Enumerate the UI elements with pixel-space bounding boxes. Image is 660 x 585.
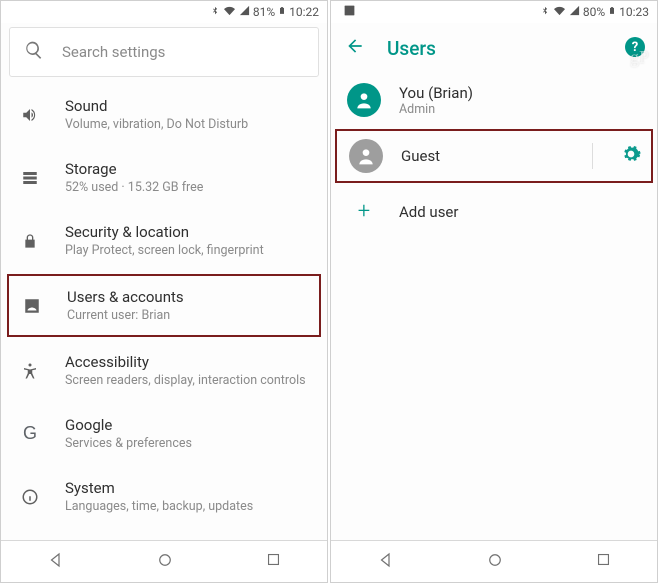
google-icon: G bbox=[19, 423, 41, 444]
user-title: Guest bbox=[401, 147, 570, 165]
gear-icon[interactable] bbox=[621, 144, 641, 168]
nav-recent-icon[interactable] bbox=[595, 551, 612, 572]
battery-icon bbox=[278, 4, 286, 20]
settings-item-sound[interactable]: Sound Volume, vibration, Do Not Disturb bbox=[1, 83, 327, 146]
item-title: Security & location bbox=[65, 223, 311, 241]
status-time: 10:23 bbox=[619, 5, 649, 19]
add-user-label: Add user bbox=[399, 203, 458, 221]
item-sub: Screen readers, display, interaction con… bbox=[65, 373, 311, 388]
app-bar: Users ? bbox=[331, 23, 657, 73]
battery-percent: 80% bbox=[583, 5, 605, 19]
nav-recent-icon[interactable] bbox=[265, 551, 282, 572]
sound-icon bbox=[19, 106, 41, 124]
search-icon bbox=[24, 40, 44, 64]
user-row-you[interactable]: You (Brian) Admin bbox=[331, 73, 657, 127]
navigation-bar bbox=[1, 540, 327, 582]
settings-item-system[interactable]: System Languages, time, backup, updates bbox=[1, 465, 327, 528]
signal-icon bbox=[239, 5, 250, 19]
divider bbox=[592, 143, 593, 169]
search-settings-input[interactable]: Search settings bbox=[9, 27, 319, 77]
spacer bbox=[331, 238, 657, 540]
bluetooth-icon bbox=[540, 5, 550, 20]
settings-item-accessibility[interactable]: Accessibility Screen readers, display, i… bbox=[1, 339, 327, 402]
back-arrow-icon[interactable] bbox=[345, 36, 365, 60]
users-screen: 80% 10:23 Users ? gP You (Brian) Admin G… bbox=[330, 0, 658, 583]
storage-icon bbox=[19, 169, 41, 187]
item-title: Accessibility bbox=[65, 353, 311, 371]
avatar bbox=[349, 139, 383, 173]
settings-item-security[interactable]: Security & location Play Protect, screen… bbox=[1, 209, 327, 272]
account-box-icon bbox=[21, 297, 43, 315]
item-sub: Current user: Brian bbox=[67, 308, 309, 323]
add-user-row[interactable]: + Add user bbox=[331, 185, 657, 238]
settings-list: Sound Volume, vibration, Do Not Disturb … bbox=[1, 83, 327, 540]
user-row-guest[interactable]: Guest bbox=[335, 129, 653, 183]
settings-item-storage[interactable]: Storage 52% used · 15.32 GB free bbox=[1, 146, 327, 209]
avatar bbox=[347, 83, 381, 117]
nav-home-icon[interactable] bbox=[156, 551, 174, 573]
settings-item-users-accounts[interactable]: Users & accounts Current user: Brian bbox=[7, 274, 321, 337]
status-bar: 81% 10:22 bbox=[1, 1, 327, 23]
lock-icon bbox=[19, 232, 41, 250]
info-icon bbox=[19, 488, 41, 506]
plus-icon: + bbox=[347, 199, 381, 224]
help-button[interactable]: ? bbox=[625, 37, 645, 57]
item-sub: Languages, time, backup, updates bbox=[65, 499, 311, 514]
item-title: Google bbox=[65, 416, 311, 434]
signal-icon bbox=[569, 5, 580, 19]
bluetooth-icon bbox=[210, 5, 220, 20]
item-sub: Play Protect, screen lock, fingerprint bbox=[65, 243, 311, 258]
status-time: 10:22 bbox=[289, 5, 319, 19]
item-sub: 52% used · 15.32 GB free bbox=[65, 180, 311, 195]
wifi-icon bbox=[223, 5, 236, 19]
wifi-icon bbox=[553, 5, 566, 19]
status-bar: 80% 10:23 bbox=[331, 1, 657, 23]
user-title: You (Brian) bbox=[399, 84, 643, 102]
item-title: Sound bbox=[65, 97, 311, 115]
search-placeholder: Search settings bbox=[62, 43, 165, 61]
nav-back-icon[interactable] bbox=[47, 551, 65, 573]
item-title: Storage bbox=[65, 160, 311, 178]
battery-percent: 81% bbox=[253, 5, 275, 19]
user-sub: Admin bbox=[399, 102, 643, 117]
nav-back-icon[interactable] bbox=[377, 551, 395, 573]
item-title: Users & accounts bbox=[67, 288, 309, 306]
nav-home-icon[interactable] bbox=[486, 551, 504, 573]
item-sub: Services & preferences bbox=[65, 436, 311, 451]
page-title: Users bbox=[387, 37, 436, 60]
item-title: System bbox=[65, 479, 311, 497]
settings-item-support[interactable]: Support & tips Help articles, phone & ch… bbox=[1, 528, 327, 540]
item-sub: Volume, vibration, Do Not Disturb bbox=[65, 117, 311, 132]
picture-icon bbox=[339, 4, 356, 20]
accessibility-icon bbox=[19, 362, 41, 380]
settings-screen: 81% 10:22 Search settings Sound Volume, … bbox=[0, 0, 328, 583]
battery-icon bbox=[608, 4, 616, 20]
settings-item-google[interactable]: G Google Services & preferences bbox=[1, 402, 327, 465]
navigation-bar bbox=[331, 540, 657, 582]
